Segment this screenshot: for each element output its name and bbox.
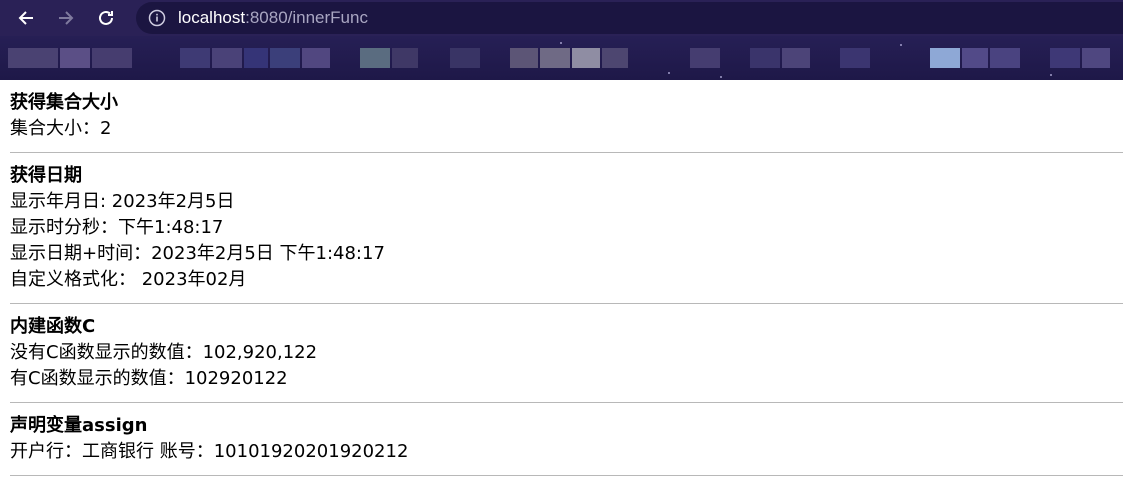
bookmarks-bar bbox=[0, 36, 1123, 80]
bookmark-item[interactable] bbox=[360, 48, 390, 68]
bookmark-item[interactable] bbox=[212, 48, 242, 68]
arrow-left-icon bbox=[17, 9, 35, 27]
number-without-c-line: 没有C函数显示的数值：102,920,122 bbox=[10, 342, 318, 363]
bookmark-item[interactable] bbox=[540, 48, 570, 68]
bookmark-item[interactable] bbox=[962, 48, 988, 68]
bookmark-item[interactable] bbox=[1050, 48, 1080, 68]
star-decoration bbox=[560, 42, 562, 44]
info-icon[interactable] bbox=[148, 9, 166, 27]
bookmark-item[interactable] bbox=[270, 48, 300, 68]
bookmark-item[interactable] bbox=[510, 48, 538, 68]
arrow-right-icon bbox=[57, 9, 75, 27]
bookmark-item[interactable] bbox=[60, 48, 90, 68]
address-bar[interactable]: localhost:8080/innerFunc bbox=[136, 2, 1123, 34]
star-decoration bbox=[720, 76, 722, 78]
browser-chrome: localhost:8080/innerFunc bbox=[0, 0, 1123, 80]
section-title: 声明变量assign bbox=[10, 415, 148, 436]
section-collection-size: 获得集合大小 集合大小：2 bbox=[10, 80, 1123, 153]
bookmark-item[interactable] bbox=[840, 48, 870, 68]
star-decoration bbox=[668, 72, 670, 74]
section-title: 获得日期 bbox=[10, 165, 82, 186]
bookmark-item[interactable] bbox=[930, 48, 960, 68]
bookmark-item[interactable] bbox=[750, 48, 780, 68]
bookmark-item[interactable] bbox=[302, 48, 330, 68]
custom-format-line: 自定义格式化： 2023年02月 bbox=[10, 269, 247, 290]
bookmark-item[interactable] bbox=[244, 48, 268, 68]
reload-icon bbox=[97, 9, 115, 27]
section-title: 获得集合大小 bbox=[10, 92, 118, 113]
datetime-line: 显示日期+时间：2023年2月5日 下午1:48:17 bbox=[10, 243, 385, 264]
bookmark-item[interactable] bbox=[990, 48, 1020, 68]
bookmark-item[interactable] bbox=[92, 48, 132, 68]
bookmark-item[interactable] bbox=[180, 48, 210, 68]
bookmark-item[interactable] bbox=[1082, 48, 1110, 68]
bookmark-item[interactable] bbox=[450, 48, 480, 68]
section-builtin-c: 内建函数C 没有C函数显示的数值：102,920,122 有C函数显示的数值：1… bbox=[10, 304, 1123, 403]
star-decoration bbox=[900, 44, 902, 46]
back-button[interactable] bbox=[10, 2, 42, 34]
bank-account-line: 开户行：工商银行 账号：10101920201920212 bbox=[10, 441, 409, 462]
bookmark-item[interactable] bbox=[8, 48, 58, 68]
divider bbox=[10, 475, 1123, 476]
section-assign: 声明变量assign 开户行：工商银行 账号：10101920201920212 bbox=[10, 403, 1123, 476]
page-content: 获得集合大小 集合大小：2 获得日期 显示年月日: 2023年2月5日 显示时分… bbox=[0, 80, 1123, 476]
bookmark-item[interactable] bbox=[782, 48, 810, 68]
bookmark-item[interactable] bbox=[392, 48, 418, 68]
time-line: 显示时分秒：下午1:48:17 bbox=[10, 217, 224, 238]
number-with-c-line: 有C函数显示的数值：102920122 bbox=[10, 368, 288, 389]
bookmark-item[interactable] bbox=[690, 48, 720, 68]
star-decoration bbox=[1050, 74, 1052, 76]
section-date: 获得日期 显示年月日: 2023年2月5日 显示时分秒：下午1:48:17 显示… bbox=[10, 153, 1123, 304]
bookmark-item[interactable] bbox=[602, 48, 628, 68]
reload-button[interactable] bbox=[90, 2, 122, 34]
collection-size-line: 集合大小：2 bbox=[10, 118, 112, 139]
url-path: :8080/innerFunc bbox=[245, 8, 368, 27]
url-host: localhost bbox=[178, 8, 246, 27]
bookmark-item[interactable] bbox=[572, 48, 600, 68]
section-title: 内建函数C bbox=[10, 316, 96, 337]
date-line: 显示年月日: 2023年2月5日 bbox=[10, 191, 235, 212]
forward-button[interactable] bbox=[50, 2, 82, 34]
